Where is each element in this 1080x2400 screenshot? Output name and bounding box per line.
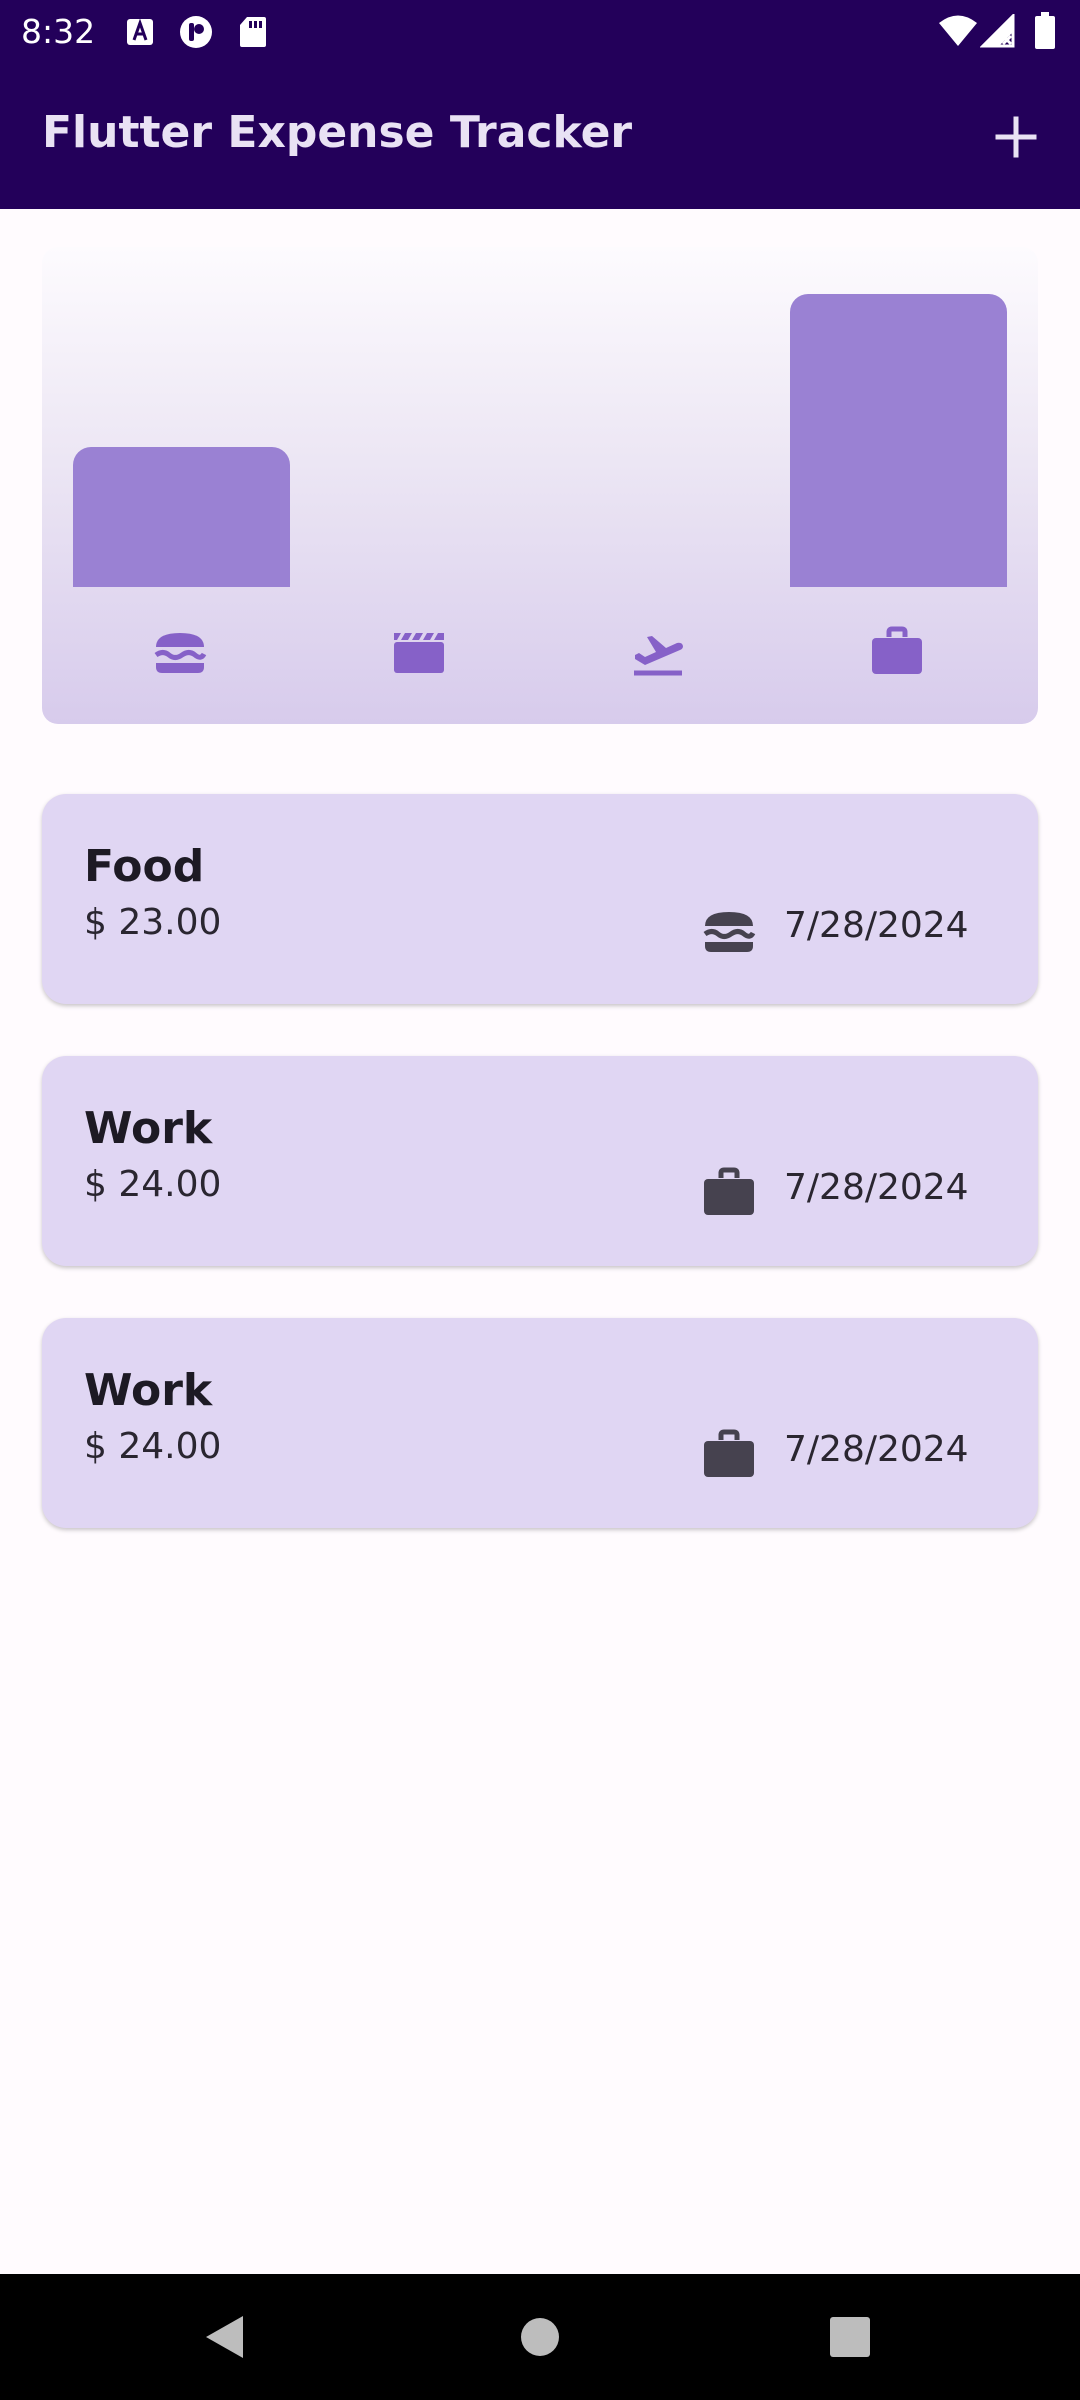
app-title: Flutter Expense Tracker — [42, 107, 633, 158]
battery-icon — [1035, 12, 1055, 49]
font-download-icon — [127, 18, 153, 45]
expense-date: 7/28/2024 — [784, 905, 969, 946]
back-icon[interactable] — [203, 2314, 245, 2360]
expense-amount: $ 24.00 — [84, 1426, 222, 1467]
signal-icon — [980, 14, 1015, 48]
chart-lunch-icon — [154, 633, 207, 673]
chart-work-icon — [872, 626, 922, 674]
sd-card-icon — [240, 17, 266, 47]
navigation-bar — [0, 2274, 1080, 2400]
work-icon — [704, 1429, 754, 1477]
chart-plot-area — [42, 247, 1038, 590]
chart-bar-food — [73, 446, 290, 587]
status-bar: 8:32 — [0, 0, 1080, 63]
app-bar: Flutter Expense Tracker — [0, 63, 1080, 209]
wifi-icon — [939, 15, 977, 46]
expense-amount: $ 24.00 — [84, 1164, 222, 1205]
expense-title: Work — [84, 1365, 213, 1416]
chart-flight-takeoff-icon — [634, 636, 683, 676]
home-icon[interactable] — [520, 2317, 560, 2357]
expense-card[interactable]: Work $ 24.00 7/28/2024 — [42, 1056, 1038, 1266]
work-icon — [704, 1167, 754, 1215]
status-time: 8:32 — [21, 12, 96, 51]
expense-chart — [42, 247, 1038, 724]
expense-card[interactable]: Food $ 23.00 7/28/2024 — [42, 794, 1038, 1004]
chart-movie-icon — [394, 633, 444, 673]
recents-icon[interactable] — [830, 2317, 870, 2357]
app-notification-icon — [180, 16, 212, 48]
expense-amount: $ 23.00 — [84, 902, 222, 943]
chart-bar-work — [790, 294, 1007, 587]
expense-card[interactable]: Work $ 24.00 7/28/2024 — [42, 1318, 1038, 1528]
add-icon — [995, 116, 1037, 158]
expense-title: Food — [84, 841, 205, 892]
status-right-icons — [938, 12, 1058, 50]
lunch-icon — [703, 912, 756, 952]
expense-date: 7/28/2024 — [784, 1167, 969, 1208]
expense-date: 7/28/2024 — [784, 1429, 969, 1470]
expense-title: Work — [84, 1103, 213, 1154]
add-expense-button[interactable] — [984, 105, 1048, 169]
expense-tracker-screen: 8:32 Flutter Expense Tracker Food $ 23.0… — [0, 0, 1080, 2400]
